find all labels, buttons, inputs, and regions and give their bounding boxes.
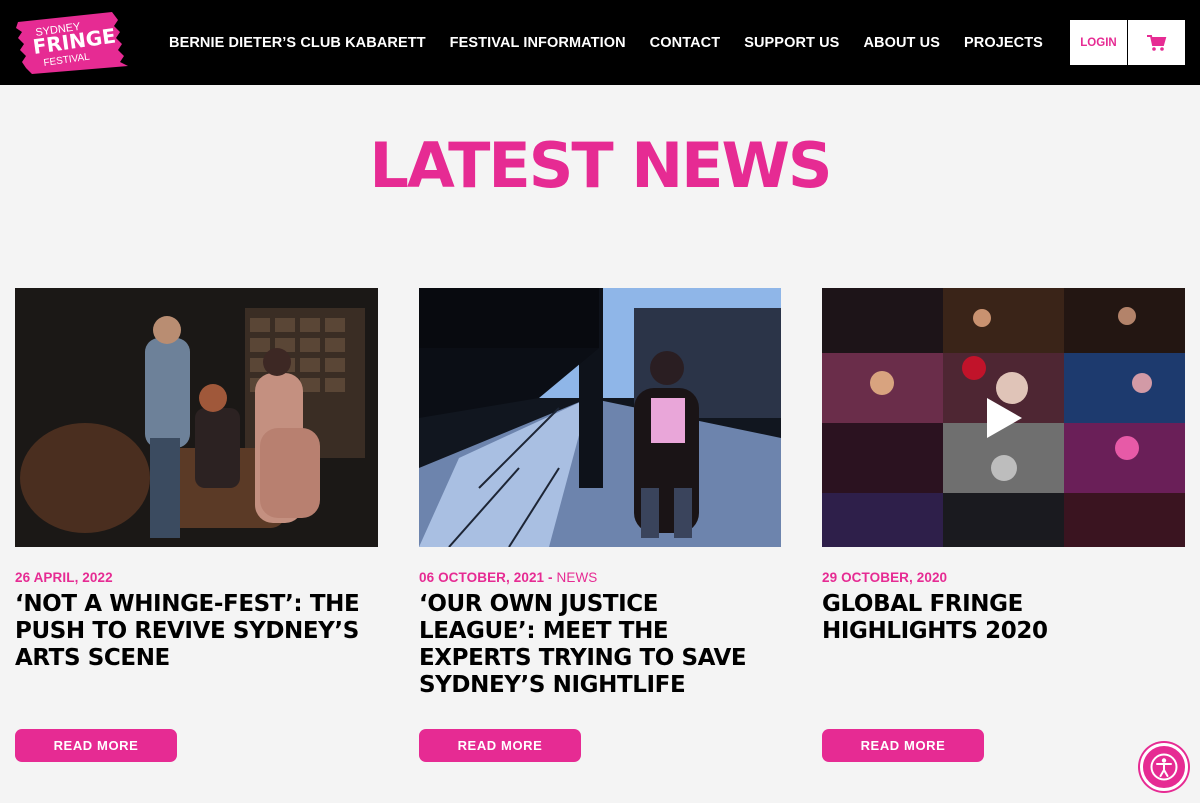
sydney-fringe-logo[interactable]: SYDNEY FRINGE FESTIVAL xyxy=(14,10,132,74)
read-more-button[interactable]: READ MORE xyxy=(822,729,984,762)
article-headline[interactable]: ‘NOT A WHINGE-FEST’: THE PUSH TO REVIVE … xyxy=(15,591,378,672)
nav-projects[interactable]: PROJECTS xyxy=(964,35,1043,51)
nav-support-us[interactable]: SUPPORT US xyxy=(744,35,839,51)
nav-club-kabarett[interactable]: BERNIE DIETER’S CLUB KABARETT xyxy=(169,35,426,51)
article-date: 26 APRIL, 2022 xyxy=(15,570,113,585)
login-button[interactable]: LOGIN xyxy=(1070,20,1127,65)
nav-festival-information[interactable]: FESTIVAL INFORMATION xyxy=(450,35,626,51)
article-image-nightlife[interactable] xyxy=(419,288,781,547)
article-meta: 26 APRIL, 2022 xyxy=(15,570,378,585)
news-card: 06 OCTOBER, 2021 - NEWS ‘OUR OWN JUSTICE… xyxy=(419,288,781,762)
article-date: 06 OCTOBER, 2021 xyxy=(419,570,545,585)
accessibility-icon xyxy=(1150,753,1178,781)
nav-about-us[interactable]: ABOUT US xyxy=(863,35,940,51)
news-card: 26 APRIL, 2022 ‘NOT A WHINGE-FEST’: THE … xyxy=(15,288,378,762)
accessibility-button[interactable] xyxy=(1140,743,1188,791)
page-title: LATEST NEWS xyxy=(369,129,832,202)
main-nav: BERNIE DIETER’S CLUB KABARETT FESTIVAL I… xyxy=(158,0,1067,85)
read-more-button[interactable]: READ MORE xyxy=(15,729,177,762)
article-date: 29 OCTOBER, 2020 xyxy=(822,570,948,585)
article-category-link[interactable]: NEWS xyxy=(556,570,597,585)
article-headline[interactable]: ‘OUR OWN JUSTICE LEAGUE’: MEET THE EXPER… xyxy=(419,591,781,699)
news-card: 29 OCTOBER, 2020 GLOBAL FRINGE HIGHLIGHT… xyxy=(822,288,1185,762)
article-meta: 29 OCTOBER, 2020 xyxy=(822,570,1185,585)
article-headline[interactable]: GLOBAL FRINGE HIGHLIGHTS 2020 xyxy=(822,591,1185,645)
cart-icon xyxy=(1146,34,1166,51)
read-more-button[interactable]: READ MORE xyxy=(419,729,581,762)
nav-contact[interactable]: CONTACT xyxy=(650,35,721,51)
video-thumbnail-global-fringe[interactable] xyxy=(822,288,1185,547)
meta-separator: - xyxy=(544,570,557,585)
article-meta: 06 OCTOBER, 2021 - NEWS xyxy=(419,570,781,585)
article-image-arts-scene[interactable] xyxy=(15,288,378,547)
site-header: SYDNEY FRINGE FESTIVAL BERNIE DIETER’S C… xyxy=(0,0,1200,85)
cart-button[interactable] xyxy=(1128,20,1185,65)
